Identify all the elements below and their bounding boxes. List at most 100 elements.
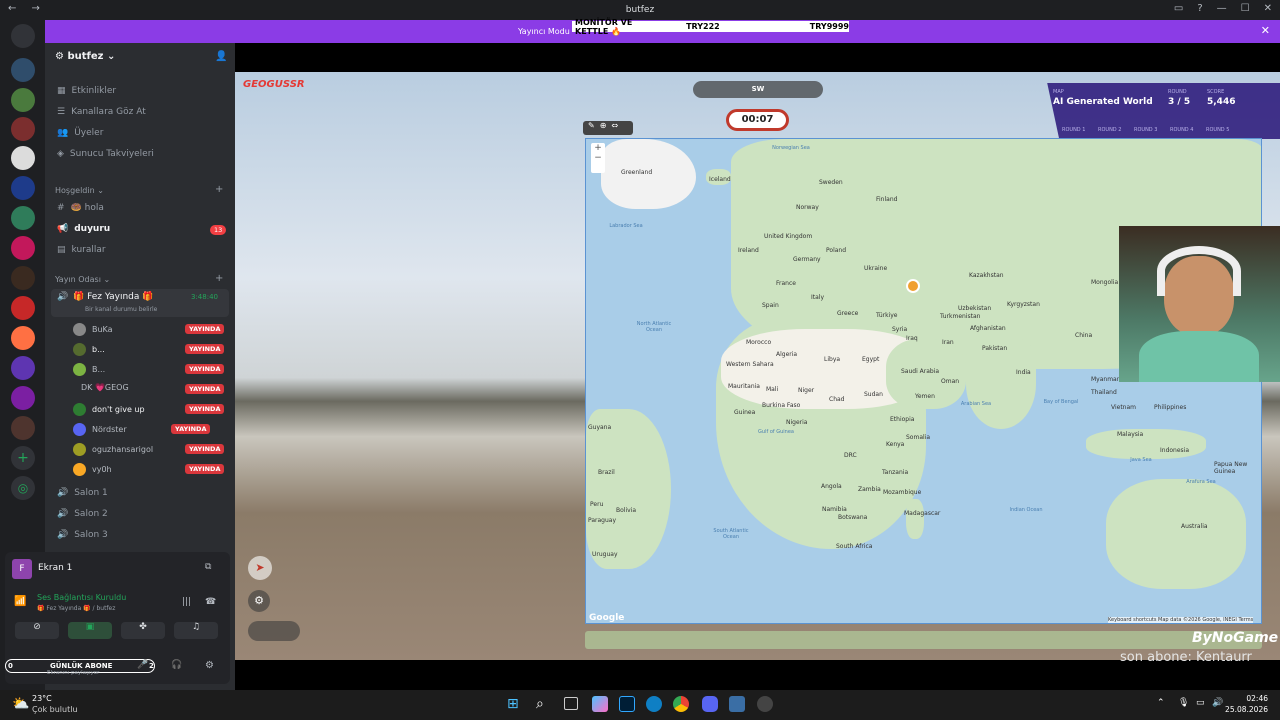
menu-members[interactable]: 👥 Üyeler	[57, 128, 103, 138]
close-icon[interactable]: ✕	[1261, 24, 1270, 37]
network-icon[interactable]: ▭	[1196, 698, 1205, 708]
window-title: butfez	[625, 5, 655, 15]
voice-user[interactable]: Nördster	[73, 423, 127, 436]
channel-duyuru[interactable]: 📢 duyuru	[57, 224, 110, 234]
copilot-icon[interactable]	[592, 696, 608, 712]
voice-timer: 3:48:40	[191, 293, 218, 301]
task-view-icon[interactable]	[564, 697, 578, 710]
map-label: Uzbekistan	[958, 305, 992, 312]
edge-icon[interactable]	[646, 696, 662, 712]
voice-user[interactable]: b...	[73, 343, 105, 356]
screen-share-button[interactable]: ▣	[68, 622, 112, 639]
video-off-button[interactable]: ⊘	[15, 622, 59, 639]
server-icon[interactable]	[11, 356, 35, 380]
activities-button[interactable]: ✤	[121, 622, 165, 639]
server-icon[interactable]	[11, 266, 35, 290]
guess-button[interactable]	[585, 631, 1262, 649]
india-shape	[966, 339, 1036, 429]
map-label: Yemen	[915, 393, 935, 400]
weather-text[interactable]: Çok bulutlu	[32, 705, 78, 714]
zoom-controls[interactable]: + −	[591, 143, 605, 173]
search-icon[interactable]: ⌕	[536, 696, 544, 712]
voice-user[interactable]: oguzhansarigol	[73, 443, 153, 456]
chrome-icon[interactable]	[673, 696, 689, 712]
category-welcome[interactable]: Hoşgeldin ⌄	[55, 186, 104, 195]
noise-icon[interactable]: |||	[182, 597, 191, 607]
server-icon[interactable]	[11, 117, 35, 141]
channel-hola[interactable]: # 🍩 hola	[57, 203, 104, 213]
compass-needle-icon[interactable]: ➤	[248, 556, 272, 580]
donation-ticker: MONİTÖR VE KETTLE 🔥 TRY222 TRY9999	[572, 18, 849, 36]
voice-user[interactable]: BuKa	[73, 323, 113, 336]
map-label: Guyana	[588, 424, 612, 431]
server-icon[interactable]	[11, 326, 35, 350]
voice-user[interactable]: DK 💗GEOG	[81, 383, 129, 392]
voice-channel-active[interactable]: 🔊 🎁 Fez Yayında 🎁 3:48:40 Bir kanal duru…	[51, 289, 229, 317]
server-icon[interactable]	[11, 176, 35, 200]
popout-icon[interactable]: ⧉	[205, 562, 211, 572]
voice-user[interactable]: don't give up	[73, 403, 145, 416]
category-stream[interactable]: Yayın Odası ⌄	[55, 275, 110, 284]
clock-date[interactable]: 25.08.2026	[1224, 705, 1268, 714]
obs-icon[interactable]	[757, 696, 773, 712]
emote-button[interactable]	[248, 621, 300, 641]
nav-arrows[interactable]: ← →	[8, 3, 46, 14]
menu-boosts[interactable]: ◈ Sunucu Takviyeleri	[57, 149, 154, 159]
map-label: Madagascar	[904, 510, 941, 517]
clock-time[interactable]: 02:46	[1232, 694, 1268, 703]
server-icon[interactable]	[11, 206, 35, 230]
ticker-item: MONİTÖR VE KETTLE 🔥	[575, 17, 633, 36]
start-icon[interactable]: ⊞	[507, 696, 519, 712]
server-icon[interactable]	[11, 386, 35, 410]
map-label: Paraguay	[588, 517, 617, 524]
server-icon[interactable]	[11, 296, 35, 320]
add-channel-icon[interactable]: +	[215, 273, 223, 284]
app-icon[interactable]	[729, 696, 745, 712]
server-icon[interactable]	[11, 236, 35, 260]
channel-salon-3[interactable]: 🔊 Salon 3	[57, 530, 108, 540]
add-channel-icon[interactable]: +	[215, 184, 223, 195]
discord-icon[interactable]	[702, 696, 718, 712]
server-icon[interactable]	[11, 416, 35, 440]
window-controls[interactable]: ▭? — ☐ ✕	[1174, 3, 1272, 14]
headset-icon[interactable]: 🎧	[171, 660, 182, 670]
server-icon[interactable]	[11, 146, 35, 170]
disconnect-icon[interactable]: ☎	[205, 597, 216, 607]
photoshop-icon[interactable]	[619, 696, 635, 712]
temperature[interactable]: 23°C	[32, 694, 52, 703]
channel-kurallar[interactable]: ▤ kurallar	[57, 245, 106, 255]
mic-icon[interactable]: 🎤	[137, 660, 148, 670]
menu-events[interactable]: ▦ Etkinlikler	[57, 86, 116, 96]
calendar-icon: ▦	[57, 86, 66, 96]
discord-home-icon[interactable]	[11, 24, 35, 48]
map-label: Indonesia	[1160, 447, 1190, 454]
voice-user[interactable]: B...	[73, 363, 105, 376]
map-attribution[interactable]: Keyboard shortcuts Map data ©2026 Google…	[1108, 617, 1254, 623]
banner-text: Yayıncı Modu	[518, 27, 570, 36]
channel-salon-1[interactable]: 🔊 Salon 1	[57, 488, 108, 498]
map-label: Australia	[1181, 523, 1208, 530]
voice-status[interactable]: Bir kanal durumu belirle	[85, 306, 157, 313]
add-server-icon[interactable]: +	[11, 446, 35, 470]
map-label: Zambia	[858, 486, 881, 493]
server-icon[interactable]	[11, 58, 35, 82]
server-icon[interactable]	[11, 88, 35, 112]
map-tools[interactable]: ✎ ⊕ ⇔	[583, 121, 633, 135]
channel-salon-2[interactable]: 🔊 Salon 2	[57, 509, 108, 519]
settings-gear-icon[interactable]: ⚙	[205, 660, 214, 671]
headset-shape	[1157, 246, 1241, 296]
live-badge: YAYINDA	[185, 364, 225, 374]
soundboard-button[interactable]: ♫	[174, 622, 218, 639]
voice-user[interactable]: vy0h	[73, 463, 112, 476]
connection-status[interactable]: Ses Bağlantısı Kuruldu	[37, 593, 126, 602]
mic-tray-icon[interactable]: 🎙	[1178, 698, 1189, 708]
add-member-icon[interactable]: 👤	[215, 51, 227, 62]
server-name[interactable]: ⚙ butfez ⌄	[55, 51, 115, 62]
guess-marker[interactable]	[906, 279, 920, 293]
menu-browse[interactable]: ☰ Kanallara Göz At	[57, 107, 146, 117]
explore-icon[interactable]: ◎	[11, 476, 35, 500]
settings-icon[interactable]: ⚙	[248, 590, 270, 612]
volume-icon[interactable]: 🔊	[1212, 698, 1223, 708]
tray-chevron-icon[interactable]: ⌃	[1157, 698, 1165, 708]
google-logo	[243, 644, 263, 652]
